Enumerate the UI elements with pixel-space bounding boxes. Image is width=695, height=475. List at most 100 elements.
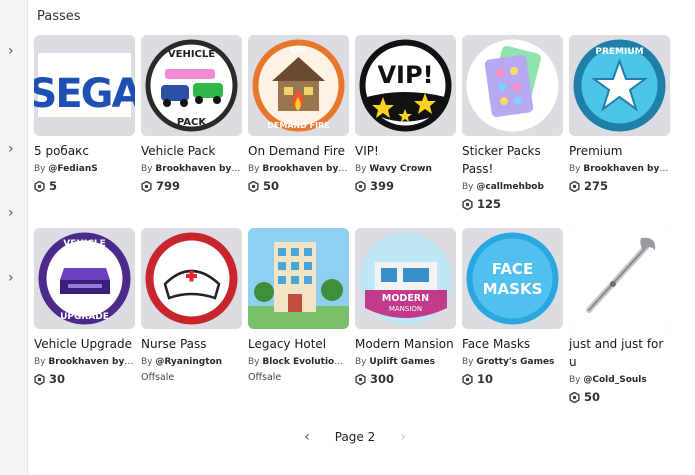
face-masks-badge-icon: FACE MASKS bbox=[462, 228, 563, 329]
pass-card[interactable]: VEHICLE UPGRADE Vehicle Upgrade By Brook… bbox=[34, 228, 135, 386]
pass-card[interactable]: ON DEMAND FIRE On Demand Fire By Brookha… bbox=[248, 35, 349, 193]
chevron-right-icon[interactable]: › bbox=[8, 142, 20, 156]
pass-card[interactable]: just and just for u By @Cold_Souls 50 bbox=[569, 228, 670, 404]
pass-creator[interactable]: By Brookhaven by V... bbox=[248, 162, 349, 176]
pass-creator[interactable]: By Wavy Crown bbox=[355, 162, 456, 176]
pass-price: 30 bbox=[34, 372, 135, 386]
burning-house-badge-icon: ON DEMAND FIRE bbox=[248, 35, 349, 136]
price-value: 125 bbox=[477, 197, 502, 211]
svg-text:FACE: FACE bbox=[492, 260, 533, 278]
pass-thumbnail[interactable] bbox=[569, 228, 670, 329]
pass-name[interactable]: VIP! bbox=[355, 142, 456, 160]
pass-name[interactable]: 5 робакс bbox=[34, 142, 135, 160]
svg-text:VEHICLE: VEHICLE bbox=[63, 239, 105, 249]
pass-price: 5 bbox=[34, 179, 135, 193]
pass-thumbnail[interactable]: VIP! bbox=[355, 35, 456, 136]
price-value: 275 bbox=[584, 179, 609, 193]
pass-thumbnail[interactable]: FACE MASKS bbox=[462, 228, 563, 329]
svg-text:MODERN: MODERN bbox=[382, 293, 429, 304]
pass-creator[interactable]: By Grotty's Games bbox=[462, 355, 563, 369]
robux-icon bbox=[34, 180, 45, 192]
pass-card[interactable]: Nurse Pass By @Ryanington Offsale bbox=[141, 228, 242, 383]
robux-icon bbox=[248, 180, 259, 192]
silver-staff-icon bbox=[569, 228, 670, 329]
price-value: 300 bbox=[370, 372, 395, 386]
chevron-right-icon[interactable]: › bbox=[8, 206, 20, 220]
price-value: 399 bbox=[370, 179, 395, 193]
pass-name[interactable]: Premium bbox=[569, 142, 670, 160]
price-value: 30 bbox=[49, 372, 66, 386]
pass-price: 399 bbox=[355, 179, 456, 193]
chevron-right-icon[interactable]: › bbox=[8, 271, 20, 285]
pass-creator[interactable]: By @FedianS bbox=[34, 162, 135, 176]
robux-icon bbox=[34, 373, 45, 385]
pass-creator[interactable]: By Brookhaven by V... bbox=[141, 162, 242, 176]
pass-card[interactable]: MODERN MANSION Modern Mansion By Uplift … bbox=[355, 228, 456, 386]
pass-card[interactable]: VIP! VIP! By Wavy Crown 399 bbox=[355, 35, 456, 193]
robux-icon bbox=[355, 373, 366, 385]
pass-card[interactable]: SEGA 5 робакс By @FedianS 5 bbox=[34, 35, 135, 193]
pass-creator[interactable]: By Uplift Games bbox=[355, 355, 456, 369]
pass-thumbnail[interactable]: MODERN MANSION bbox=[355, 228, 456, 329]
pass-thumbnail[interactable]: VEHICLE UPGRADE bbox=[34, 228, 135, 329]
robux-icon bbox=[569, 391, 580, 403]
pass-creator[interactable]: By Brookhaven by V... bbox=[569, 162, 670, 176]
pass-name[interactable]: Modern Mansion bbox=[355, 335, 456, 353]
svg-text:PREMIUM: PREMIUM bbox=[595, 47, 643, 57]
left-rail: › › › › bbox=[0, 0, 28, 475]
pass-thumbnail[interactable]: SEGA bbox=[34, 35, 135, 136]
svg-text:PACK: PACK bbox=[177, 117, 207, 128]
pass-thumbnail[interactable] bbox=[462, 35, 563, 136]
pass-offsale-label: Offsale bbox=[141, 372, 242, 383]
premium-star-badge-icon: PREMIUM bbox=[569, 35, 670, 136]
pass-name[interactable]: Vehicle Upgrade bbox=[34, 335, 135, 353]
pagination: ‹ Page 2 › bbox=[300, 428, 410, 446]
pass-name[interactable]: Vehicle Pack bbox=[141, 142, 242, 160]
sega-logo-icon: SEGA bbox=[34, 35, 135, 136]
svg-text:MASKS: MASKS bbox=[483, 280, 543, 298]
section-title: Passes bbox=[37, 9, 81, 24]
chevron-right-icon[interactable]: › bbox=[8, 44, 20, 58]
pass-creator[interactable]: By Brookhaven by V... bbox=[34, 355, 135, 369]
pass-name[interactable]: Sticker Packs Pass! bbox=[462, 142, 563, 178]
pass-name[interactable]: Nurse Pass bbox=[141, 335, 242, 353]
pass-creator[interactable]: By @Cold_Souls bbox=[569, 373, 670, 387]
pass-card[interactable]: Legacy Hotel By Block Evolution S... Off… bbox=[248, 228, 349, 383]
pass-thumbnail[interactable] bbox=[141, 228, 242, 329]
pass-price: 799 bbox=[141, 179, 242, 193]
pass-creator[interactable]: By @callmehbob bbox=[462, 180, 563, 194]
svg-text:VEHICLE: VEHICLE bbox=[168, 49, 215, 60]
pass-card[interactable]: PREMIUM Premium By Brookhaven by V... 27… bbox=[569, 35, 670, 193]
pass-name[interactable]: Legacy Hotel bbox=[248, 335, 349, 353]
chevron-left-icon[interactable]: ‹ bbox=[300, 429, 314, 445]
price-value: 5 bbox=[49, 179, 58, 193]
svg-text:VIP!: VIP! bbox=[377, 61, 433, 89]
pass-creator[interactable]: By @Ryanington bbox=[141, 355, 242, 369]
robux-icon bbox=[141, 180, 152, 192]
pass-thumbnail[interactable] bbox=[248, 228, 349, 329]
pass-card[interactable]: FACE MASKS Face Masks By Grotty's Games … bbox=[462, 228, 563, 386]
price-value: 799 bbox=[156, 179, 181, 193]
pass-name[interactable]: Face Masks bbox=[462, 335, 563, 353]
robux-icon bbox=[462, 198, 473, 210]
pass-thumbnail[interactable]: PREMIUM bbox=[569, 35, 670, 136]
pass-thumbnail[interactable]: ON DEMAND FIRE bbox=[248, 35, 349, 136]
sticker-cards-badge-icon bbox=[462, 35, 563, 136]
price-value: 50 bbox=[584, 390, 601, 404]
pass-card[interactable]: VEHICLE PACK Vehicle Pack By Brookhaven … bbox=[141, 35, 242, 193]
pass-price: 275 bbox=[569, 179, 670, 193]
pass-creator[interactable]: By Block Evolution S... bbox=[248, 355, 349, 369]
price-value: 50 bbox=[263, 179, 280, 193]
pass-price: 50 bbox=[569, 390, 670, 404]
pass-thumbnail[interactable]: VEHICLE PACK bbox=[141, 35, 242, 136]
chevron-right-icon[interactable]: › bbox=[396, 429, 410, 445]
hotel-building-icon bbox=[248, 228, 349, 329]
pass-name[interactable]: just and just for u bbox=[569, 335, 670, 371]
offsale-text: Offsale bbox=[248, 372, 282, 383]
svg-text:ON: ON bbox=[291, 46, 306, 56]
pass-price: 50 bbox=[248, 179, 349, 193]
vip-stars-badge-icon: VIP! bbox=[355, 35, 456, 136]
vehicle-pack-badge-icon: VEHICLE PACK bbox=[141, 35, 242, 136]
pass-card[interactable]: Sticker Packs Pass! By @callmehbob 125 bbox=[462, 35, 563, 211]
pass-name[interactable]: On Demand Fire bbox=[248, 142, 349, 160]
